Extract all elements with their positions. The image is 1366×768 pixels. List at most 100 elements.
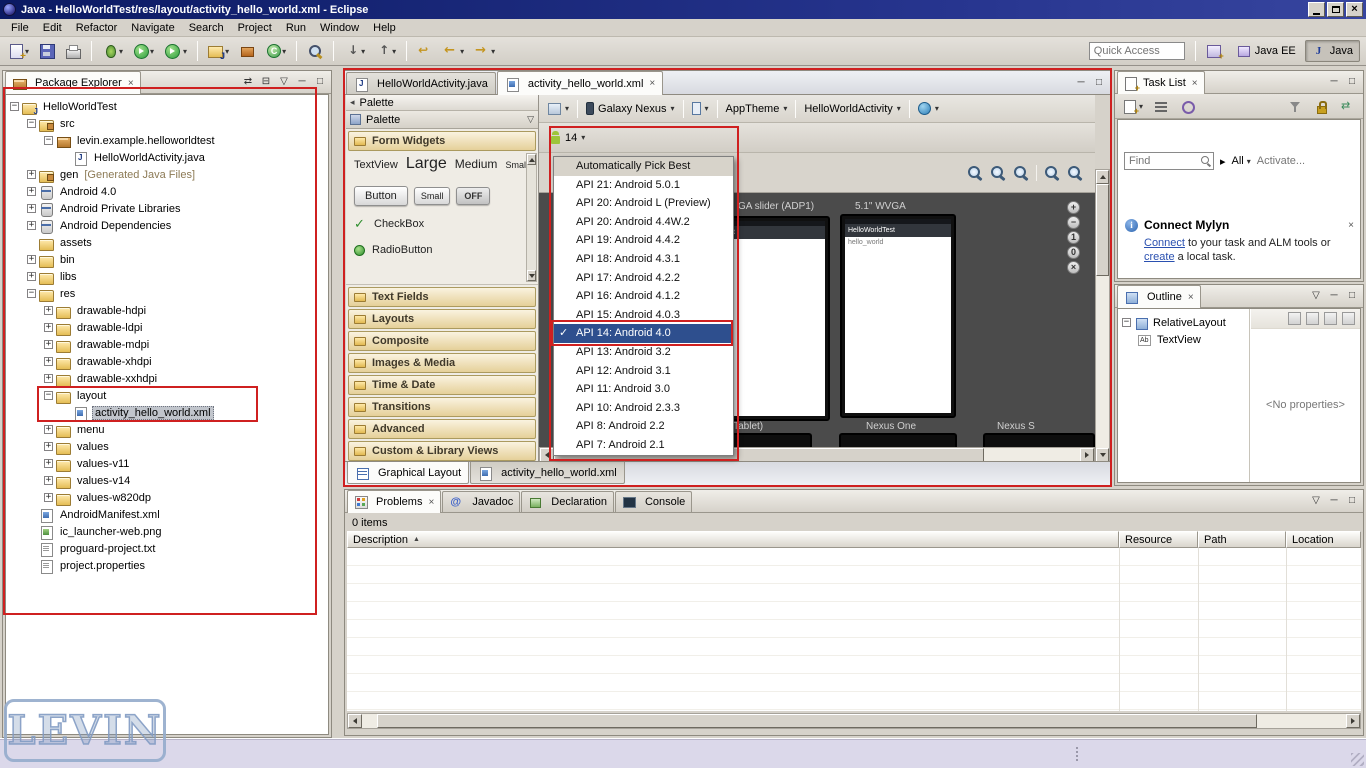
expand-icon[interactable]: +: [27, 170, 36, 179]
api-item-api-15-android-4-0-3[interactable]: API 15: Android 4.0.3: [554, 306, 733, 325]
expand-icon[interactable]: +: [27, 255, 36, 264]
maximize-view-button[interactable]: □: [313, 74, 327, 89]
api-item-api-11-android-3-0[interactable]: API 11: Android 3.0: [554, 380, 733, 399]
tree-item-androidmanifest-xml[interactable]: AndroidManifest.xml: [6, 506, 328, 523]
device-preview-wvga[interactable]: HelloWorldTest hello_world: [840, 214, 956, 418]
print-button[interactable]: [61, 40, 85, 62]
forward-button[interactable]: ▾: [470, 40, 499, 62]
tree-item-ic-launcher-web-png[interactable]: ic_launcher-web.png: [6, 523, 328, 540]
save-button[interactable]: [35, 40, 59, 62]
expand-icon[interactable]: +: [44, 323, 53, 332]
palette-item-large[interactable]: Large: [406, 155, 447, 173]
tree-item-project-properties[interactable]: project.properties: [6, 557, 328, 574]
tree-item-src[interactable]: − src: [6, 115, 328, 132]
palette-item-medium[interactable]: Medium: [455, 157, 498, 171]
expand-icon[interactable]: +: [44, 357, 53, 366]
filter-completed-button[interactable]: [1284, 95, 1307, 117]
expand-icon[interactable]: +: [27, 204, 36, 213]
prev-annotation-button[interactable]: ▾: [371, 40, 400, 62]
scroll-right-button[interactable]: [1346, 714, 1360, 728]
view-menu-button[interactable]: ▽: [277, 74, 291, 89]
synchronize-button[interactable]: [1336, 95, 1359, 117]
editor-vertical-scrollbar[interactable]: [1095, 169, 1110, 463]
expand-icon[interactable]: +: [44, 493, 53, 502]
debug-button[interactable]: ▾: [98, 40, 127, 62]
create-task-link[interactable]: create: [1144, 251, 1175, 263]
scroll-right-button[interactable]: [1080, 448, 1094, 462]
minimize-window-button[interactable]: [1308, 2, 1325, 17]
back-button[interactable]: ▾: [439, 40, 468, 62]
minimize-view-button[interactable]: ─: [295, 74, 309, 89]
menu-file[interactable]: File: [4, 20, 36, 36]
new-wizard-button[interactable]: ▾: [4, 40, 33, 62]
tree-item-libs[interactable]: + libs: [6, 268, 328, 285]
graphical-layout-tab[interactable]: Graphical Layout: [347, 462, 470, 484]
api-item-api-14-android-4-0[interactable]: ✓ API 14: Android 4.0: [554, 324, 733, 343]
menu-run[interactable]: Run: [279, 20, 313, 36]
api-item-api-16-android-4-1-2[interactable]: API 16: Android 4.1.2: [554, 287, 733, 306]
palette-checkbox-item[interactable]: CheckBox: [354, 211, 522, 237]
palette-item-textview[interactable]: TextView: [354, 159, 398, 171]
maximize-view-button[interactable]: □: [1345, 74, 1359, 89]
scroll-up-button[interactable]: [527, 154, 536, 165]
palette-scrollbar[interactable]: [526, 153, 537, 282]
menu-search[interactable]: Search: [182, 20, 231, 36]
theme-dropdown[interactable]: AppTheme ▾: [722, 100, 792, 118]
external-tools-button[interactable]: ▾: [160, 40, 191, 62]
tree-item-menu[interactable]: + menu: [6, 421, 328, 438]
open-perspective-button[interactable]: [1206, 43, 1224, 61]
outline-tab[interactable]: Outline ×: [1117, 285, 1201, 308]
expand-icon[interactable]: +: [44, 306, 53, 315]
menu-help[interactable]: Help: [366, 20, 403, 36]
expand-icon[interactable]: +: [27, 221, 36, 230]
maximize-window-button[interactable]: [1327, 2, 1344, 17]
new-package-button[interactable]: [235, 40, 259, 62]
api-item-api-17-android-4-2-2[interactable]: API 17: Android 4.2.2: [554, 269, 733, 288]
zoom-out-icon[interactable]: [967, 165, 983, 181]
editor-tab-activity-hello-world-xml[interactable]: activity_hello_world.xml ×: [496, 71, 664, 95]
minimize-view-button[interactable]: ─: [1074, 75, 1088, 90]
column-header-location[interactable]: Location: [1286, 531, 1361, 548]
expand-icon[interactable]: +: [44, 340, 53, 349]
tree-item-levin-example-helloworldtest[interactable]: − levin.example.helloworldtest: [6, 132, 328, 149]
zoom-in-icon[interactable]: [990, 165, 1006, 181]
close-icon[interactable]: ×: [1192, 78, 1198, 89]
collapse-icon[interactable]: −: [27, 119, 36, 128]
scrollbar-thumb[interactable]: [1096, 184, 1109, 276]
api-item-api-10-android-2-3-3[interactable]: API 10: Android 2.3.3: [554, 399, 733, 418]
menu-navigate[interactable]: Navigate: [124, 20, 181, 36]
palette-section-composite[interactable]: Composite: [348, 331, 536, 351]
scroll-up-button[interactable]: [1096, 170, 1109, 184]
api-item-api-19-android-4-4-2[interactable]: API 19: Android 4.4.2: [554, 231, 733, 250]
perspective-java[interactable]: Java: [1304, 40, 1360, 62]
problems-horizontal-scrollbar[interactable]: [347, 713, 1361, 729]
zoom-100-icon[interactable]: [1013, 165, 1029, 181]
tree-item-activity-hello-world-xml[interactable]: activity_hello_world.xml: [6, 404, 328, 421]
api-item-api-7-android-2-1[interactable]: API 7: Android 2.1: [554, 436, 733, 455]
show-advanced-icon[interactable]: [1324, 312, 1337, 325]
close-window-button[interactable]: ×: [1346, 2, 1363, 17]
column-header-path[interactable]: Path: [1198, 531, 1286, 548]
categorized-button[interactable]: [1150, 95, 1173, 117]
expand-icon[interactable]: +: [44, 425, 53, 434]
palette-menu-icon[interactable]: ▽: [527, 114, 534, 125]
tree-item-android-4-0[interactable]: + Android 4.0: [6, 183, 328, 200]
lock-button[interactable]: [1310, 95, 1333, 117]
connect-link[interactable]: Connect: [1144, 237, 1185, 249]
menu-refactor[interactable]: Refactor: [69, 20, 125, 36]
collapse-all-button[interactable]: ⊟: [259, 74, 273, 89]
new-java-project-button[interactable]: ▾: [204, 40, 233, 62]
view-menu-button[interactable]: ▽: [1309, 288, 1323, 303]
canvas-zoom-100-icon[interactable]: 1: [1067, 231, 1080, 244]
activity-dropdown[interactable]: HelloWorldActivity ▾: [800, 100, 904, 118]
expand-icon[interactable]: +: [27, 187, 36, 196]
palette-section-form-widgets[interactable]: Form Widgets: [348, 131, 536, 151]
api-item-api-18-android-4-3-1[interactable]: API 18: Android 4.3.1: [554, 250, 733, 269]
column-header-description[interactable]: Description ▲: [347, 531, 1119, 548]
tab-console[interactable]: Console: [614, 491, 693, 512]
scrollbar-thumb[interactable]: [377, 714, 1257, 728]
tree-item-drawable-ldpi[interactable]: + drawable-ldpi: [6, 319, 328, 336]
tree-item-values-v11[interactable]: + values-v11: [6, 455, 328, 472]
tab-problems[interactable]: Problems ×: [347, 490, 442, 513]
tree-item-layout[interactable]: − layout: [6, 387, 328, 404]
